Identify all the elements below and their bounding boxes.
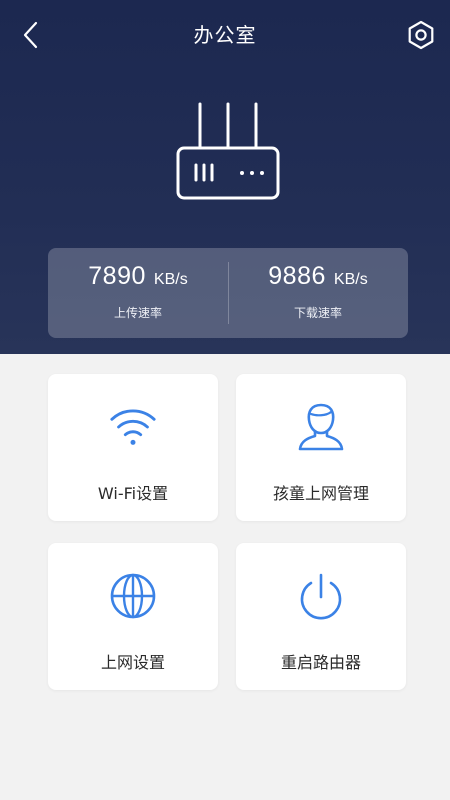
page-title: 办公室 (193, 23, 257, 47)
wifi-settings-card[interactable]: Wi-Fi设置 (48, 374, 218, 521)
download-speed-label: 下载速率 (293, 306, 342, 320)
upload-speed-value: 7890 (88, 262, 146, 290)
reboot-router-label: 重启路由器 (280, 653, 361, 672)
globe-icon (108, 569, 158, 623)
person-icon (296, 400, 346, 454)
download-stat: 9886 KB/s 下载速率 (228, 248, 408, 338)
wifi-settings-label: Wi-Fi设置 (97, 484, 169, 503)
upload-speed-unit: KB/s (153, 271, 188, 288)
child-internet-management-label: 孩童上网管理 (272, 484, 369, 503)
network-settings-label: 上网设置 (100, 653, 165, 672)
network-settings-card[interactable]: 上网设置 (48, 543, 218, 690)
router-icon (176, 102, 280, 200)
hexagon-settings-icon (408, 20, 434, 50)
power-icon (296, 569, 346, 623)
download-speed-value: 9886 (268, 262, 326, 290)
speed-stats-panel: 7890 KB/s 上传速率 9886 KB/s 下载速率 (48, 248, 408, 338)
header-panel: 办公室 7890 KB/s 上传速率 9886 KB/s 下载速率 (0, 0, 450, 354)
settings-button[interactable] (402, 16, 440, 54)
upload-stat: 7890 KB/s 上传速率 (48, 248, 228, 338)
wifi-icon (108, 400, 158, 454)
upload-speed: 7890 KB/s (48, 262, 228, 291)
upload-speed-label: 上传速率 (113, 306, 162, 320)
reboot-router-card[interactable]: 重启路由器 (236, 543, 406, 690)
child-internet-management-card[interactable]: 孩童上网管理 (236, 374, 406, 521)
download-speed: 9886 KB/s (228, 262, 408, 291)
download-speed-unit: KB/s (333, 271, 368, 288)
